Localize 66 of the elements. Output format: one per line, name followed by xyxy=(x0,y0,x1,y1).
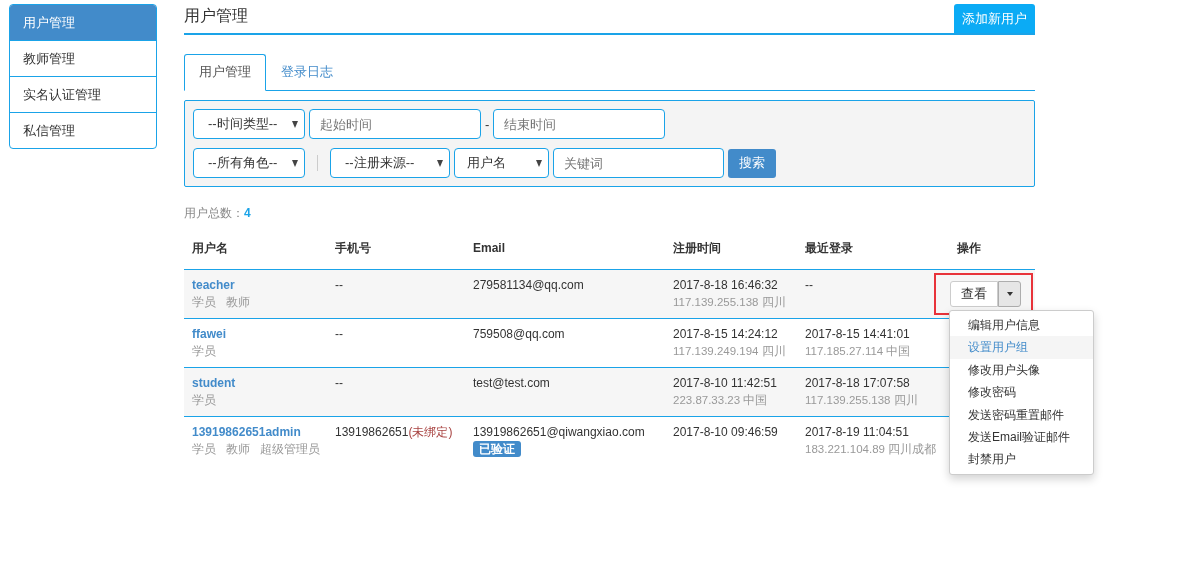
tab[interactable]: 用户管理 xyxy=(184,54,266,91)
user-count: 4 xyxy=(244,206,251,220)
column-header: 用户名 xyxy=(191,240,229,257)
register-ip: 117.139.255.138 四川 xyxy=(673,295,787,310)
phone-cell: -- xyxy=(335,327,343,341)
menu-item[interactable]: 修改用户头像 xyxy=(950,358,1093,382)
select-field[interactable]: --所有角色-- xyxy=(193,148,305,178)
phone-cell: -- xyxy=(335,376,343,390)
input-field[interactable]: 起始时间 xyxy=(309,109,481,139)
last-login-time: 2017-8-18 17:07:58 xyxy=(805,375,911,392)
email-cell: 13919862651@qiwangxiao.com xyxy=(473,425,645,439)
select-field[interactable]: --时间类型-- xyxy=(193,109,305,139)
column-header: 手机号 xyxy=(334,240,372,257)
verified-badge: 已验证 xyxy=(473,441,521,457)
select-field[interactable]: 用户名 xyxy=(454,148,549,178)
column-header: 最近登录 xyxy=(804,240,854,257)
login-ip: 117.139.255.138 四川 xyxy=(805,393,919,408)
input-field[interactable]: 关键词 xyxy=(553,148,724,178)
dropdown-toggle[interactable] xyxy=(998,281,1021,307)
column-header: Email xyxy=(472,240,506,257)
phone-cell: -- xyxy=(335,278,343,292)
sidebar-item[interactable]: 实名认证管理 xyxy=(10,76,156,112)
last-login-time: -- xyxy=(805,277,814,294)
register-time: 2017-8-10 11:42:51 xyxy=(673,375,778,392)
sidebar-item[interactable]: 教师管理 xyxy=(10,40,156,76)
range-separator: - xyxy=(485,116,490,132)
menu-item[interactable]: 修改密码 xyxy=(950,381,1093,404)
email-cell: 279581134@qq.com xyxy=(473,278,584,292)
column-header: 注册时间 xyxy=(672,240,722,257)
phone-cell: 13919862651 xyxy=(335,425,409,439)
login-ip: 117.185.27.114 中国 xyxy=(805,344,912,359)
username-link[interactable]: 13919862651admin xyxy=(192,425,301,439)
menu-item[interactable]: 设置用户组 xyxy=(950,336,1093,359)
email-cell: test@test.com xyxy=(473,376,550,390)
role-label: 学员 xyxy=(192,343,216,360)
column-header: 操作 xyxy=(956,240,982,257)
unbound-note: (未绑定) xyxy=(408,425,453,439)
register-time: 2017-8-10 09:46:59 xyxy=(673,424,779,441)
role-label: 教师 xyxy=(226,441,250,458)
register-ip: 223.87.33.23 中国 xyxy=(673,393,769,408)
tab[interactable]: 登录日志 xyxy=(266,54,348,91)
sidebar-item[interactable]: 用户管理 xyxy=(10,5,156,40)
role-label: 学员 xyxy=(192,441,216,458)
register-time: 2017-8-18 16:46:32 xyxy=(673,277,779,294)
role-label: 学员 xyxy=(192,392,216,409)
menu-item[interactable]: 封禁用户 xyxy=(950,448,1093,471)
last-login-time: 2017-8-19 11:04:51 xyxy=(805,424,910,441)
menu-item[interactable]: 发送密码重置邮件 xyxy=(950,403,1093,427)
page-title: 用户管理 xyxy=(184,6,248,26)
menu-item[interactable]: 发送Email验证邮件 xyxy=(950,426,1093,449)
last-login-time: 2017-8-15 14:41:01 xyxy=(805,326,911,343)
register-time: 2017-8-15 14:24:12 xyxy=(673,326,779,343)
register-ip: 117.139.249.194 四川 xyxy=(673,344,787,359)
select-field[interactable]: --注册来源-- xyxy=(330,148,450,178)
role-label: 超级管理员 xyxy=(260,441,320,458)
search-button[interactable]: 搜索 xyxy=(728,148,776,178)
sidebar-item[interactable]: 私信管理 xyxy=(10,112,156,148)
view-button[interactable]: 查看 xyxy=(950,281,998,307)
user-count-label: 用户总数： xyxy=(184,206,244,220)
login-ip: 183.221.104.89 四川成都 xyxy=(805,442,938,457)
role-label: 教师 xyxy=(226,294,250,311)
menu-item[interactable]: 编辑用户信息 xyxy=(950,314,1093,337)
username-link[interactable]: ffawei xyxy=(192,327,226,341)
email-cell: 759508@qq.com xyxy=(473,327,565,341)
role-label: 学员 xyxy=(192,294,216,311)
input-field[interactable]: 结束时间 xyxy=(493,109,666,139)
